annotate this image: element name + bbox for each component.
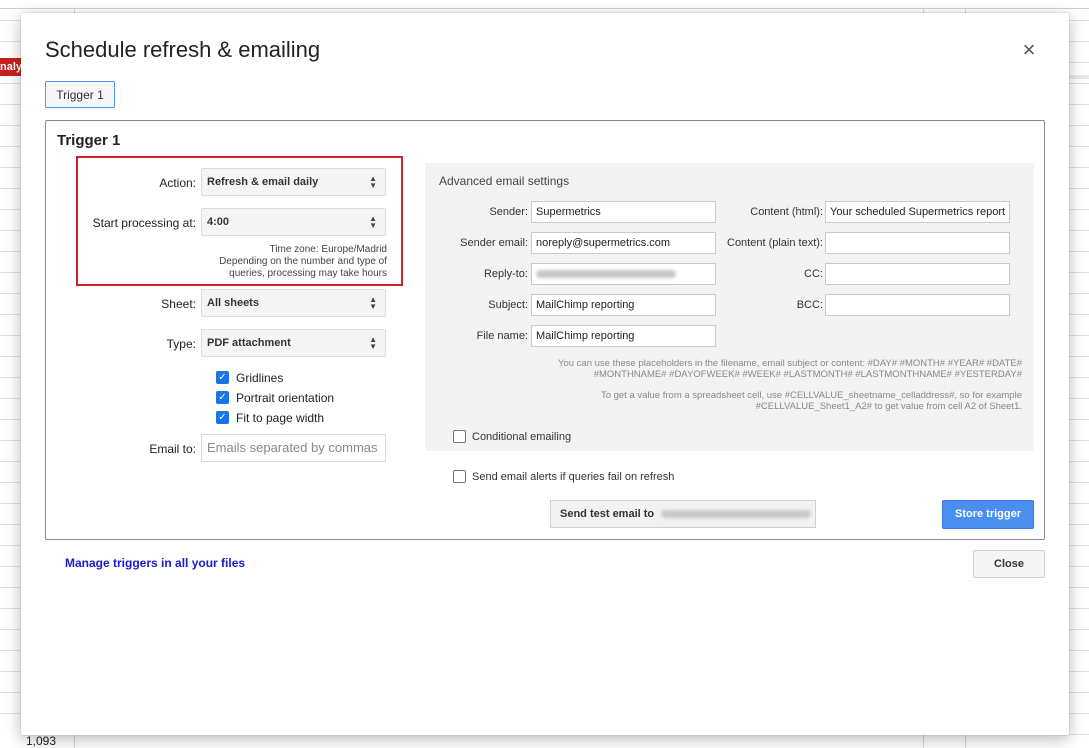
send-test-email-button[interactable]: Send test email to xyxy=(550,500,816,528)
sender-email-input[interactable]: noreply@supermetrics.com xyxy=(531,232,716,254)
sender-input[interactable]: Supermetrics xyxy=(531,201,716,223)
type-select[interactable]: PDF attachment ▲ ▼ xyxy=(201,329,386,357)
type-label: Type: xyxy=(166,337,196,351)
email-alerts-label: Send email alerts if queries fail on ref… xyxy=(472,471,675,483)
processing-note: Depending on the number and type of quer… xyxy=(219,256,387,279)
content-html-input[interactable]: Your scheduled Supermetrics report xyxy=(825,201,1010,223)
timezone-note: Time zone: Europe/Madrid Depending on th… xyxy=(196,244,387,280)
start-time-value: 4:00 xyxy=(207,216,230,228)
bcc-input[interactable] xyxy=(825,294,1010,316)
select-arrows-icon: ▲ ▼ xyxy=(369,174,377,190)
placeholders-line-2: #MONTHNAME# #DAYOFWEEK# #WEEK# #LASTMONT… xyxy=(593,369,1022,380)
start-time-select[interactable]: 4:00 ▲ ▼ xyxy=(201,208,386,236)
gridlines-checkbox[interactable]: ✓ Gridlines xyxy=(216,370,283,386)
tab-trigger-1[interactable]: Trigger 1 xyxy=(45,81,115,108)
file-name-input[interactable]: MailChimp reporting xyxy=(531,325,716,347)
reply-to-input[interactable] xyxy=(531,263,716,285)
sheet-header-strip xyxy=(1068,75,1089,79)
sheet-select[interactable]: All sheets ▲ ▼ xyxy=(201,289,386,317)
row-number: 1,093 xyxy=(0,734,56,748)
dialog-title: Schedule refresh & emailing xyxy=(45,37,321,62)
placeholders-note: You can use these placeholders in the fi… xyxy=(502,358,1022,380)
email-alerts-checkbox[interactable]: Send email alerts if queries fail on ref… xyxy=(453,469,675,483)
close-icon[interactable]: × xyxy=(1019,39,1039,61)
redacted-email xyxy=(661,510,812,519)
conditional-emailing-label: Conditional emailing xyxy=(472,431,572,443)
timezone-text: Time zone: Europe/Madrid xyxy=(269,244,387,255)
sheet-value: All sheets xyxy=(207,297,259,309)
reply-to-label: Reply-to: xyxy=(483,268,528,280)
start-processing-label: Start processing at: xyxy=(92,216,196,230)
type-value: PDF attachment xyxy=(207,337,291,349)
subject-input[interactable]: MailChimp reporting xyxy=(531,294,716,316)
checkmark-icon[interactable]: ✓ xyxy=(216,390,229,404)
cc-input[interactable] xyxy=(825,263,1010,285)
fit-to-page-checkbox[interactable]: ✓ Fit to page width xyxy=(216,410,324,426)
store-trigger-button[interactable]: Store trigger xyxy=(942,500,1034,529)
gridlines-label: Gridlines xyxy=(236,371,284,385)
select-arrows-icon: ▲ ▼ xyxy=(369,214,377,230)
advanced-title: Advanced email settings xyxy=(439,174,570,188)
action-value: Refresh & email daily xyxy=(207,176,319,188)
trigger-heading: Trigger 1 xyxy=(57,132,121,149)
subject-label: Subject: xyxy=(488,299,528,311)
spreadsheet-toolbar-edge xyxy=(0,0,1089,9)
checkbox-unchecked-icon[interactable] xyxy=(453,469,466,483)
sender-email-label: Sender email: xyxy=(460,237,528,249)
select-arrows-icon: ▲ ▼ xyxy=(369,335,377,351)
content-plain-label: Content (plain text): xyxy=(727,237,823,249)
sheet-label: Sheet: xyxy=(161,297,196,311)
checkmark-icon[interactable]: ✓ xyxy=(216,410,229,424)
redacted-email xyxy=(536,270,676,279)
placeholders-line-1: You can use these placeholders in the fi… xyxy=(558,358,1022,369)
email-to-input[interactable]: Emails separated by commas xyxy=(201,434,386,462)
email-to-label: Email to: xyxy=(149,442,196,456)
cc-label: CC: xyxy=(804,268,823,280)
portrait-orientation-label: Portrait orientation xyxy=(236,391,335,405)
file-name-label: File name: xyxy=(476,330,528,342)
trigger-panel: Trigger 1 Action: Refresh & email daily … xyxy=(45,120,1045,540)
fit-to-page-label: Fit to page width xyxy=(236,411,325,425)
sender-label: Sender: xyxy=(489,206,528,218)
cellvalue-note: To get a value from a spreadsheet cell, … xyxy=(502,390,1022,412)
action-select[interactable]: Refresh & email daily ▲ ▼ xyxy=(201,168,386,196)
schedule-dialog: Schedule refresh & emailing × Trigger 1 … xyxy=(21,13,1069,735)
advanced-email-settings: Advanced email settings Sender: Supermet… xyxy=(425,163,1034,451)
bcc-label: BCC: xyxy=(796,299,823,311)
close-button[interactable]: Close xyxy=(973,550,1045,578)
checkbox-unchecked-icon[interactable] xyxy=(453,429,466,443)
checkmark-icon[interactable]: ✓ xyxy=(216,370,229,384)
manage-triggers-link[interactable]: Manage triggers in all your files xyxy=(65,556,245,570)
content-html-label: Content (html): xyxy=(750,206,823,218)
action-label: Action: xyxy=(159,176,196,190)
content-plain-input[interactable] xyxy=(825,232,1010,254)
cellvalue-line-2: #CELLVALUE_Sheet1_A2# to get value from … xyxy=(755,401,1022,412)
cellvalue-line-1: To get a value from a spreadsheet cell, … xyxy=(600,390,1022,401)
conditional-emailing-checkbox[interactable]: Conditional emailing xyxy=(453,429,572,443)
highlighted-cell[interactable]: naly xyxy=(0,58,22,76)
select-arrows-icon: ▲ ▼ xyxy=(369,295,377,311)
send-test-email-label: Send test email to xyxy=(560,508,655,520)
portrait-orientation-checkbox[interactable]: ✓ Portrait orientation xyxy=(216,390,334,406)
